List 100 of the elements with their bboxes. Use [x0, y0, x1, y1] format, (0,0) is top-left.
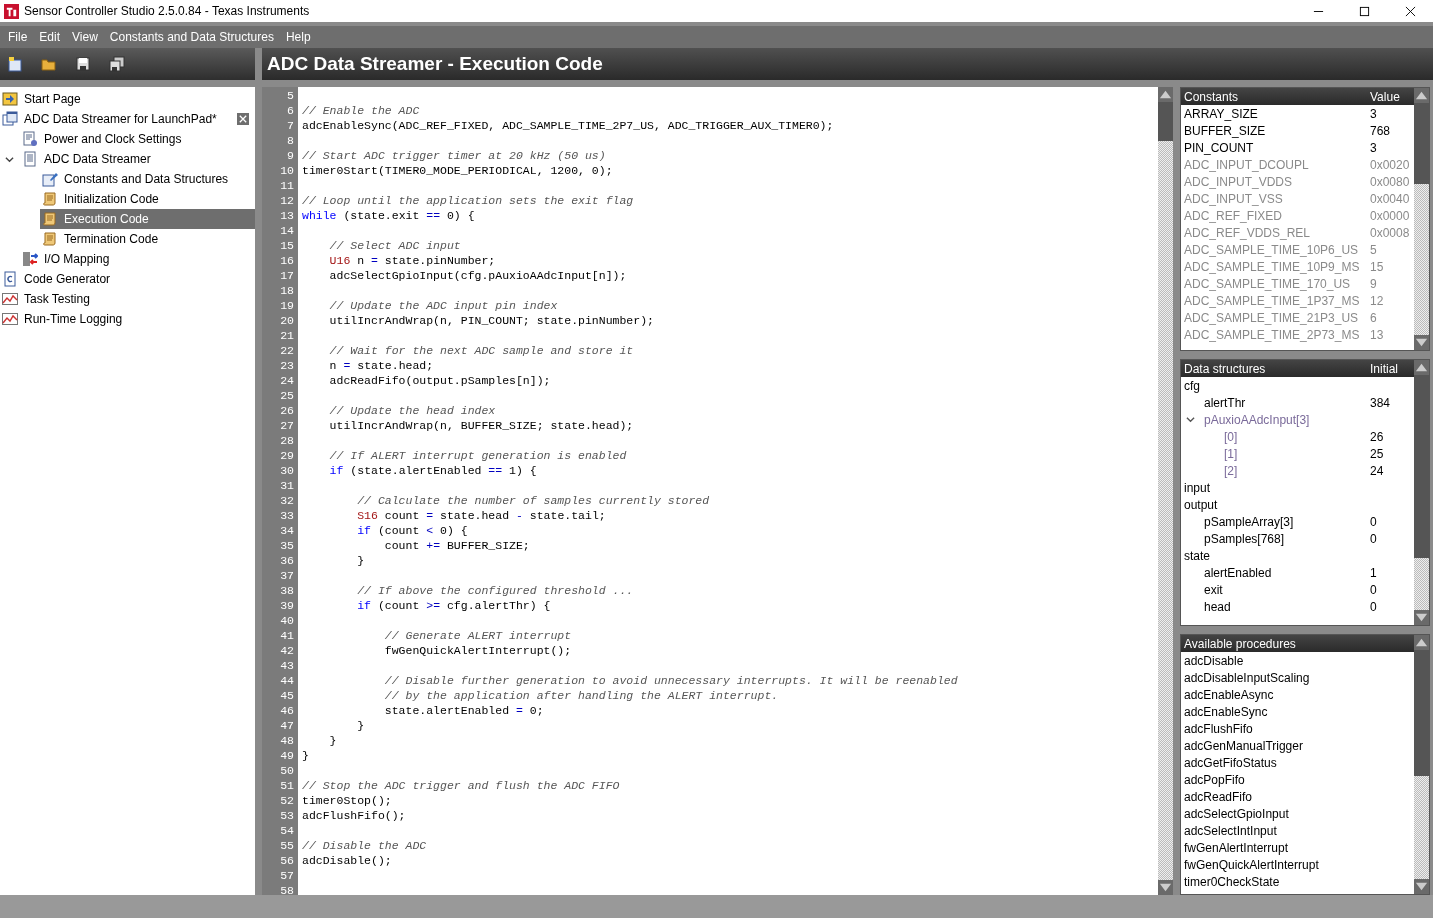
- code-line: // Select ADC input: [328, 239, 461, 252]
- code-line: // Loop until the application sets the exit flag: [302, 194, 634, 207]
- code-line: if (count >= cfg.alertThr) {: [356, 599, 551, 612]
- line-number: 55: [279, 838, 295, 853]
- tree-item[interactable]: Run-Time Logging: [0, 309, 255, 329]
- constant-name: ADC_INPUT_VDDS: [1184, 174, 1294, 189]
- tree-item[interactable]: I/O Mapping: [20, 249, 255, 269]
- constant-name: ADC_SAMPLE_TIME_10P6_US: [1184, 242, 1360, 257]
- tree-item[interactable]: Code Generator: [0, 269, 255, 289]
- tree-item[interactable]: Termination Code: [40, 229, 255, 249]
- line-number: 18: [279, 283, 295, 298]
- procedure-item[interactable]: fwGenAlertInterrupt: [1184, 840, 1289, 855]
- scroll-thumb[interactable]: [1414, 650, 1429, 776]
- scroll-icon: [42, 191, 58, 207]
- line-number: 23: [279, 358, 295, 373]
- procedure-item[interactable]: adcDisableInputScaling: [1184, 670, 1310, 685]
- tree-item[interactable]: ADC Data Streamer: [20, 149, 255, 169]
- code-line: adcReadFifo(output.pSamples[n]);: [328, 374, 551, 387]
- tree-item[interactable]: Constants and Data Structures: [40, 169, 255, 189]
- document-pencil-icon: [42, 171, 58, 187]
- document-icon: [22, 151, 38, 167]
- tree-item[interactable]: Task Testing: [0, 289, 255, 309]
- line-number: 37: [279, 568, 295, 583]
- line-number: 43: [279, 658, 295, 673]
- menu-item[interactable]: Help: [279, 30, 317, 44]
- procedure-item[interactable]: adcGetFifoStatus: [1184, 755, 1277, 770]
- close-button[interactable]: [237, 113, 249, 125]
- code-line: // Update the head index: [328, 404, 496, 417]
- line-number: 42: [279, 643, 295, 658]
- scrollbar[interactable]: [1158, 87, 1173, 895]
- procedure-item[interactable]: fwGenQuickAlertInterrupt: [1184, 857, 1319, 872]
- tree-item[interactable]: Execution Code: [40, 209, 255, 229]
- procedure-item[interactable]: adcEnableAsync: [1184, 687, 1274, 702]
- constant-value: 0x0008: [1370, 225, 1411, 240]
- scroll-thumb[interactable]: [1414, 375, 1429, 559]
- menu-item[interactable]: File: [2, 30, 34, 44]
- structure-name: [1]: [1224, 446, 1238, 461]
- line-number: 30: [279, 463, 295, 478]
- scroll-thumb[interactable]: [1158, 102, 1173, 141]
- close-icon: [1404, 5, 1416, 17]
- code-line: }: [328, 734, 337, 747]
- procedure-item[interactable]: adcPopFifo: [1184, 772, 1245, 787]
- scrollbar[interactable]: [1414, 360, 1429, 625]
- code-line: // Enable the ADC: [302, 104, 420, 117]
- initial-value: 25: [1370, 446, 1385, 461]
- constant-name: ADC_SAMPLE_TIME_1P37_MS: [1184, 293, 1361, 308]
- code-line: // Calculate the number of samples currently stored: [356, 494, 710, 507]
- initial-value: 26: [1370, 429, 1385, 444]
- code-line: // Start ADC trigger timer at 20 kHz (50 us): [302, 149, 606, 162]
- menu-item[interactable]: Edit: [33, 30, 67, 44]
- line-number: 41: [279, 628, 295, 643]
- line-number: 39: [279, 598, 295, 613]
- grid-arrows-icon: [22, 251, 38, 267]
- code-line: S16 count = state.head - state.tail;: [356, 509, 606, 522]
- procedure-item[interactable]: adcEnableSync: [1184, 704, 1268, 719]
- procedure-item[interactable]: adcDisable: [1184, 653, 1244, 668]
- menu-item[interactable]: Constants and Data Structures: [103, 30, 280, 44]
- initial-value: 0: [1370, 582, 1378, 597]
- procedure-item[interactable]: adcReadFifo: [1184, 789, 1253, 804]
- code-line: timer0Start(TIMER0_MODE_PERIODICAL, 1200, 0);: [302, 164, 613, 177]
- chevron-down-icon[interactable]: [5, 155, 14, 164]
- tree-item[interactable]: Initialization Code: [40, 189, 255, 209]
- initial-value: 384: [1370, 395, 1392, 410]
- line-number: 7: [286, 118, 295, 133]
- line-number: 8: [286, 133, 295, 148]
- chevron-down-icon[interactable]: [1186, 415, 1195, 424]
- scroll-thumb[interactable]: [1414, 103, 1429, 185]
- window-title: Sensor Controller Studio 2.5.0.84 - Texas Instruments: [24, 4, 311, 18]
- maximize-icon: [1358, 5, 1370, 17]
- line-number: 16: [279, 253, 295, 268]
- procedure-item[interactable]: timer0CheckState: [1184, 874, 1280, 889]
- line-number: 49: [279, 748, 295, 763]
- tree-item[interactable]: Power and Clock Settings: [20, 129, 255, 149]
- line-number: 44: [279, 673, 295, 688]
- code-line: if (count < 0) {: [356, 524, 468, 537]
- code-line: adcEnableSync(ADC_REF_FIXED, ADC_SAMPLE_TIME_2P7_US, ADC_TRIGGER_AUX_TIMER0);: [302, 119, 834, 132]
- panel-title: Available procedures: [1184, 636, 1297, 651]
- code-line: while (state.exit == 0) {: [302, 209, 475, 222]
- menu-item[interactable]: View: [66, 30, 104, 44]
- procedure-item[interactable]: adcFlushFifo: [1184, 721, 1253, 736]
- document-gear-icon: [22, 131, 38, 147]
- scrollbar[interactable]: [1414, 635, 1429, 894]
- line-number: 28: [279, 433, 295, 448]
- structure-name: alertThr: [1204, 395, 1246, 410]
- structure-name: cfg: [1184, 378, 1200, 393]
- procedure-item[interactable]: adcGenManualTrigger: [1184, 738, 1303, 753]
- constant-name: BUFFER_SIZE: [1184, 123, 1267, 138]
- scrollbar[interactable]: [1414, 88, 1429, 350]
- tree-item[interactable]: ADC Data Streamer for LaunchPad*: [0, 109, 255, 129]
- code-line: adcFlushFifo();: [302, 809, 406, 822]
- tree-item[interactable]: Start Page: [0, 89, 255, 109]
- line-number: 14: [279, 223, 295, 238]
- code-line: // If ALERT interrupt generation is enabled: [328, 449, 627, 462]
- constant-value: 12: [1370, 293, 1385, 308]
- code-line: }: [356, 554, 365, 567]
- code-line: U16 n = state.pinNumber;: [328, 254, 496, 267]
- constant-value: 9: [1370, 276, 1378, 291]
- initial-value: 0: [1370, 514, 1378, 529]
- procedure-item[interactable]: adcSelectIntInput: [1184, 823, 1277, 838]
- procedure-item[interactable]: adcSelectGpioInput: [1184, 806, 1289, 821]
